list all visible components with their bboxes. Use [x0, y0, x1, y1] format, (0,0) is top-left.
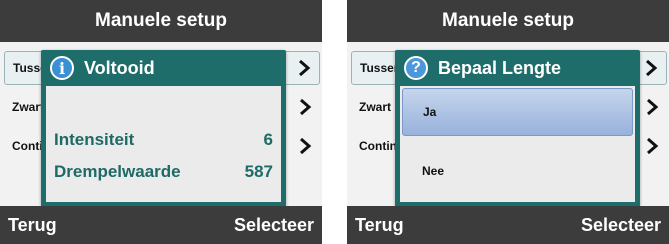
- question-icon: ?: [404, 56, 428, 80]
- select-button[interactable]: Selecteer: [234, 215, 314, 236]
- back-button[interactable]: Terug: [355, 215, 404, 236]
- right-screen: Manuele setup Tussenruimte Zwart merktek…: [347, 0, 669, 244]
- chevron-right-icon: [299, 59, 311, 77]
- dialog-title-bar: i Voltooid: [41, 50, 286, 86]
- option-label: Ja: [423, 105, 437, 119]
- completed-dialog: i Voltooid Intensiteit 6 Drempelwaarde 5…: [41, 50, 286, 207]
- left-screen: Manuele setup Tussenruimte Zwart merktek…: [0, 0, 322, 244]
- header-title: Manuele setup: [442, 10, 574, 31]
- chevron-right-icon: [646, 59, 658, 77]
- dialog-body: Ja Nee: [400, 86, 635, 202]
- footer: Terug Selecteer: [0, 206, 322, 244]
- threshold-label: Drempelwaarde: [54, 162, 181, 181]
- intensity-label: Intensiteit: [54, 130, 135, 149]
- intensity-value: 6: [263, 130, 273, 149]
- select-button[interactable]: Selecteer: [581, 215, 661, 236]
- option-yes[interactable]: Ja: [402, 88, 633, 136]
- option-no[interactable]: Nee: [402, 147, 633, 195]
- option-label: Nee: [422, 164, 445, 178]
- header: Manuele setup: [0, 0, 322, 42]
- threshold-row: Drempelwaarde 587: [54, 160, 273, 184]
- chevron-right-icon: [647, 137, 659, 155]
- footer: Terug Selecteer: [347, 206, 669, 244]
- header: Manuele setup: [347, 0, 669, 42]
- info-icon: i: [50, 56, 74, 80]
- dialog-title: Bepaal Lengte: [438, 57, 562, 78]
- dialog-body: Intensiteit 6 Drempelwaarde 587: [46, 86, 281, 202]
- threshold-value: 587: [244, 162, 273, 181]
- chevron-right-icon: [300, 137, 312, 155]
- intensity-row: Intensiteit 6: [54, 128, 273, 152]
- chevron-right-icon: [647, 98, 659, 116]
- header-title: Manuele setup: [95, 10, 227, 31]
- back-button[interactable]: Terug: [8, 215, 57, 236]
- dialog-title-bar: ? Bepaal Lengte: [395, 50, 640, 86]
- determine-length-dialog: ? Bepaal Lengte Ja Nee: [395, 50, 640, 207]
- chevron-right-icon: [300, 98, 312, 116]
- dialog-title: Voltooid: [84, 57, 155, 78]
